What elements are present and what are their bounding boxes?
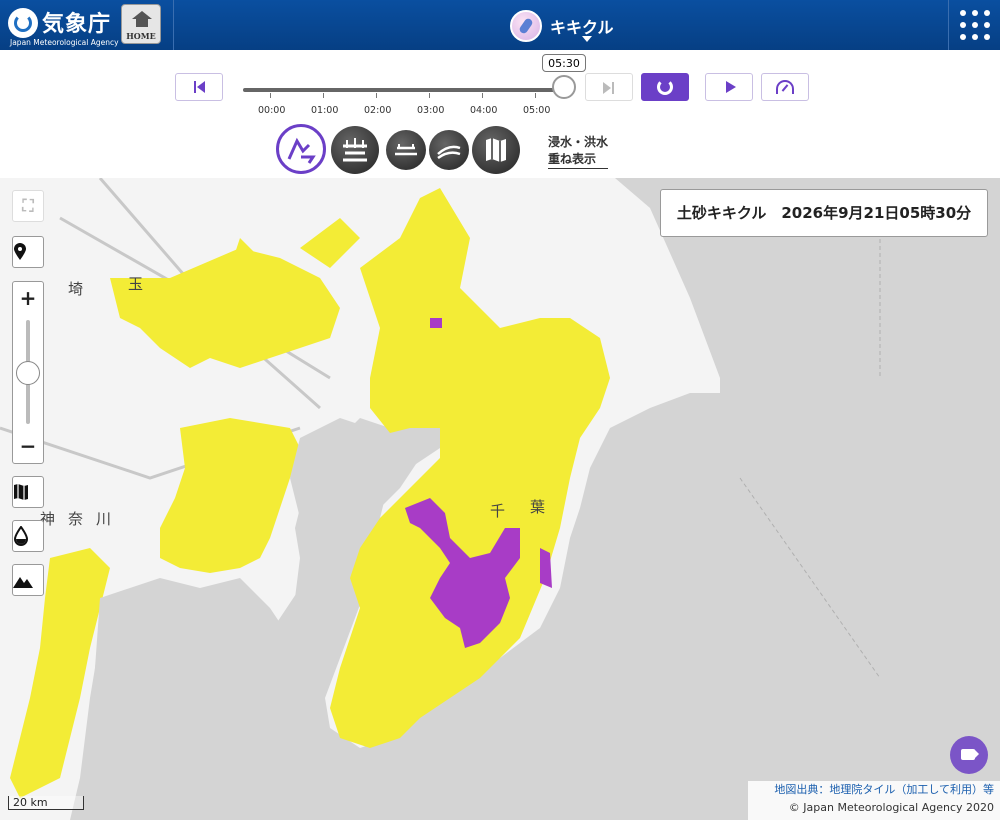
- play-button[interactable]: [705, 73, 753, 101]
- flood-layer-button[interactable]: [386, 130, 426, 170]
- place-label: 奈: [68, 510, 84, 528]
- home-button-label: HOME: [126, 31, 156, 41]
- folded-map-icon: [14, 484, 28, 500]
- landslide-layer-button[interactable]: [276, 124, 326, 174]
- time-tick-label: 00:00: [258, 105, 286, 116]
- app-menu-grid-icon[interactable]: [960, 10, 990, 40]
- time-slider-thumb[interactable]: [552, 75, 576, 99]
- map-attribution: 地図出典：地理院タイル（加工して利用）等 © Japan Meteorologi…: [748, 781, 1000, 820]
- basemap-toggle-button[interactable]: [12, 476, 44, 508]
- time-tick-label: 05:00: [523, 105, 551, 116]
- jma-logo[interactable]: 気象庁 Japan Meteorological Agency: [8, 5, 119, 47]
- mode-title: キキクル: [550, 18, 614, 37]
- step-forward-button[interactable]: [585, 73, 633, 101]
- map-layer-button[interactable]: [472, 126, 520, 174]
- jma-emblem-icon: [8, 8, 38, 38]
- current-time-tooltip: 05:30: [542, 54, 586, 72]
- place-label: 川: [96, 510, 112, 528]
- current-location-button[interactable]: [12, 236, 44, 268]
- landslide-icon: [287, 137, 316, 164]
- overlay-label-line2: 重ね表示: [548, 151, 609, 169]
- tick-mark: [376, 93, 377, 98]
- zoom-in-button[interactable]: +: [13, 286, 43, 310]
- inundation-layer-button[interactable]: [331, 126, 379, 174]
- house-icon: [132, 11, 152, 27]
- map-canvas: [0, 178, 881, 820]
- place-label: 葉: [530, 498, 546, 516]
- fullscreen-icon: ⛶: [22, 196, 34, 215]
- place-label: 千: [490, 502, 506, 520]
- place-label: 埼: [68, 280, 84, 298]
- map-scale-bar: 20 km: [8, 796, 84, 810]
- attribution-source-link[interactable]: 地図出典：地理院タイル（加工して利用）等: [748, 781, 994, 799]
- chevron-down-icon: [582, 36, 592, 42]
- legend-button[interactable]: [950, 736, 988, 774]
- river-layer-button[interactable]: [429, 130, 469, 170]
- overlay-toggle[interactable]: 浸水・洪水 重ね表示: [548, 134, 609, 169]
- place-label: 玉: [128, 275, 144, 293]
- header-divider-right: [948, 0, 949, 50]
- refresh-clock-icon: [657, 79, 673, 95]
- zoom-slider-thumb[interactable]: [16, 361, 40, 385]
- terrain-toggle-button[interactable]: [12, 564, 44, 596]
- overlay-label-line1: 浸水・洪水: [548, 135, 609, 149]
- river-icon: [437, 145, 461, 160]
- play-icon: [726, 81, 736, 93]
- skip-to-start-button[interactable]: [175, 73, 223, 101]
- time-tick-label: 04:00: [470, 105, 498, 116]
- time-tick-label: 02:00: [364, 105, 392, 116]
- agency-name-en: Japan Meteorological Agency: [10, 38, 119, 47]
- mode-selector[interactable]: キキクル: [510, 10, 630, 46]
- tick-mark: [323, 93, 324, 98]
- tick-mark: [270, 93, 271, 98]
- japan-globe-icon: [510, 10, 542, 42]
- mountain-icon: [13, 577, 33, 588]
- time-tick-label: 03:00: [417, 105, 445, 116]
- app-header: 気象庁 Japan Meteorological Agency HOME キキク…: [0, 0, 1000, 50]
- folded-map-icon: [486, 138, 506, 162]
- time-slider-track[interactable]: [243, 88, 565, 92]
- flood-icon: [395, 144, 417, 156]
- location-pin-icon: [14, 243, 26, 260]
- inundation-icon: [343, 138, 367, 162]
- datetime-display: 土砂キキクル 2026年9月21日05時30分: [660, 189, 988, 237]
- speed-button[interactable]: [761, 73, 809, 101]
- header-divider: [173, 0, 174, 50]
- tick-mark: [535, 93, 536, 98]
- map-view[interactable]: 埼 玉 千 葉 神 奈 川 土砂キキクル 2026年9月21日05時30分 ⛶ …: [0, 178, 1000, 820]
- tick-mark: [429, 93, 430, 98]
- home-button[interactable]: HOME: [121, 4, 161, 44]
- zoom-control[interactable]: + −: [12, 281, 44, 464]
- latest-time-button[interactable]: [641, 73, 689, 101]
- tick-mark: [482, 93, 483, 98]
- fullscreen-button[interactable]: ⛶: [12, 190, 44, 222]
- agency-name: 気象庁: [42, 12, 112, 37]
- zoom-out-button[interactable]: −: [13, 434, 43, 458]
- copyright-text: © Japan Meteorological Agency 2020: [788, 801, 994, 814]
- water-drop-icon: [13, 526, 29, 546]
- water-overlay-button[interactable]: [12, 520, 44, 552]
- time-tick-label: 01:00: [311, 105, 339, 116]
